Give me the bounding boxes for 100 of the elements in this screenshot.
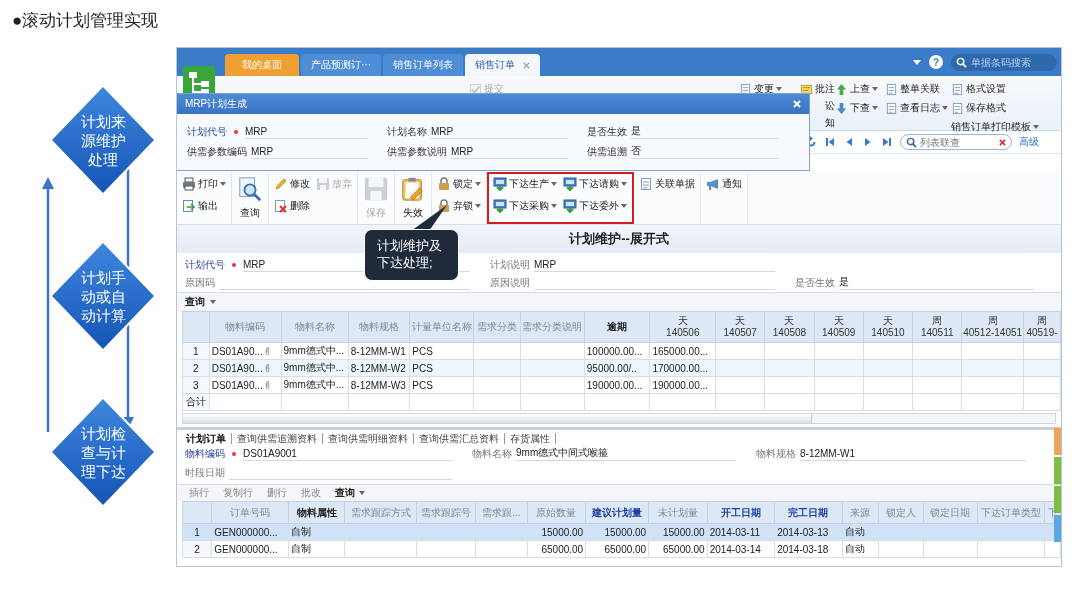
table-cell: 65000.00 [648, 540, 708, 558]
toolbar-button[interactable]: 打印 [182, 176, 226, 192]
table-cell: 190000.00... [584, 376, 650, 394]
column-header[interactable]: 完工日期 [774, 501, 843, 524]
document-icon [639, 177, 653, 191]
column-header[interactable]: 天 140506 [649, 311, 716, 343]
caret-icon [359, 491, 365, 495]
table-cell: 自动 [842, 540, 879, 558]
toolbar-button[interactable]: 锁定 [437, 176, 481, 192]
toolbar-button[interactable]: 查询 [237, 176, 263, 220]
document-icon [885, 82, 898, 96]
column-header[interactable]: 建议计划量 [585, 501, 649, 524]
ribbon-button[interactable]: 保存格式 [951, 100, 1061, 116]
search-input[interactable]: 列表联查 [920, 136, 996, 148]
toolbar-button[interactable]: 删除 [274, 198, 310, 214]
text-field[interactable]: MRP [431, 126, 567, 139]
text-field[interactable]: 否 [631, 144, 779, 159]
text-field[interactable]: MRP [245, 126, 367, 139]
table-cell: 2014-03-14 [707, 540, 775, 558]
toolbar-button[interactable]: 下达委外 [563, 198, 627, 214]
paperclip-icon[interactable] [264, 380, 270, 390]
table-row[interactable]: 1 GEN000000... 自制 15000.00 15000.00 15000.00 2014-03-11 2014-03-13 自动 [182, 523, 1061, 541]
text-field[interactable]: MRP [251, 146, 367, 159]
ribbon-button[interactable]: 批注 [800, 81, 835, 97]
caret-icon [942, 106, 948, 110]
text-field[interactable]: DS01A9001 [243, 448, 452, 461]
dropdown-caret-icon[interactable] [913, 59, 921, 65]
column-header[interactable]: 天 140509 [814, 311, 864, 343]
paperclip-icon[interactable] [264, 363, 270, 373]
field-label: 供需参数说明 [387, 145, 447, 159]
ribbon-button[interactable]: 查看日志 [885, 100, 951, 116]
tab[interactable]: 计划订单 [181, 432, 232, 444]
toolbar-button[interactable]: 输出 [182, 198, 226, 214]
column-header[interactable]: 物料属性 [288, 501, 345, 524]
clear-icon[interactable] [999, 138, 1006, 146]
ribbon-button[interactable]: 知 [825, 115, 835, 131]
document-icon [951, 101, 964, 115]
tab[interactable]: 查询供需追溯资料 [232, 432, 323, 444]
column-header[interactable]: 天 140507 [715, 311, 765, 343]
column-header[interactable]: 周 40519- [1023, 311, 1061, 343]
search-box[interactable]: 单据条码搜索 [951, 53, 1057, 71]
toolbar-button[interactable]: 修改 [274, 176, 310, 192]
search-box[interactable]: 列表联查 [900, 134, 1012, 150]
tab[interactable]: 销售订单 [465, 54, 540, 76]
tab[interactable]: 查询供需汇总资料 [414, 432, 505, 444]
ribbon-button[interactable]: 整单关联 [885, 81, 951, 97]
ribbon-button[interactable]: 上查 [835, 81, 885, 97]
field-label: 物料名称 [472, 447, 512, 461]
tab[interactable]: 查询供需明细资料 [323, 432, 414, 444]
table-cell: PCS [409, 376, 474, 394]
column-header[interactable]: 天 140508 [764, 311, 815, 343]
column-header[interactable]: 逾期 [584, 311, 650, 343]
ribbon-button[interactable]: 讼 [825, 98, 835, 114]
help-button[interactable]: ? [929, 55, 943, 69]
text-field[interactable]: 8-12MM-W1 [800, 448, 1026, 461]
column-header[interactable]: 开工日期 [707, 501, 775, 524]
field-label: 供需追溯 [587, 145, 627, 159]
table-cell: 9mm德式中... [281, 376, 349, 394]
text-field[interactable]: 是 [631, 124, 779, 139]
ribbon-button[interactable]: 格式设置 [951, 81, 1061, 97]
arrow-down-icon [835, 101, 848, 115]
ribbon-button[interactable]: 下查 [835, 100, 885, 116]
toolbar-button[interactable]: 弃锁 [437, 198, 481, 214]
step-node: 计划来源维护处理 [49, 84, 157, 196]
table-row[interactable]: 2 GEN000000... 自制 65000.00 65000.00 65000.00 2014-03-14 2014-03-18 自动 [182, 540, 1061, 558]
caret-icon [1033, 125, 1039, 129]
last-page-icon[interactable] [881, 136, 893, 148]
toolbar-button[interactable]: 失效 [400, 176, 426, 220]
text-field[interactable]: 是 [839, 275, 1035, 290]
search-icon [906, 136, 917, 148]
action-button[interactable]: 查询 [335, 486, 365, 500]
column-header[interactable]: 周 140511 [912, 311, 962, 343]
table-cell: DS01A90... [211, 362, 263, 374]
toolbar-button[interactable]: 下达采购 [493, 198, 557, 214]
table-cell: 9mm德式中... [281, 342, 349, 360]
text-field[interactable]: 9mm德式中间式喉箍 [516, 446, 736, 461]
horizontal-scrollbar[interactable] [182, 413, 1056, 424]
menu-button[interactable]: 查询 [185, 295, 216, 309]
text-field[interactable]: MRP [534, 259, 775, 272]
column-header[interactable]: 天 140510 [863, 311, 913, 343]
table-cell: 自制 [288, 540, 345, 558]
search-input[interactable]: 单据条码搜索 [971, 56, 1051, 68]
text-field[interactable]: MRP [451, 146, 567, 159]
advanced-link[interactable]: 高级 [1019, 135, 1039, 149]
toolbar-button[interactable]: 下达请购 [563, 176, 627, 192]
field-label: 原因说明 [490, 276, 530, 290]
first-page-icon[interactable] [824, 136, 836, 148]
lock-icon [437, 177, 451, 191]
close-icon[interactable] [523, 61, 530, 69]
paperclip-icon[interactable] [264, 346, 270, 356]
field-label: 物料规格 [756, 447, 796, 461]
caret-icon [475, 204, 481, 208]
table-cell: GEN000000... [211, 540, 289, 558]
column-header[interactable]: 周 40512-14051 [961, 311, 1024, 343]
ribbon-button[interactable]: 销售订单打印模板 [951, 119, 1061, 135]
tab[interactable]: 存货属性 [505, 432, 556, 444]
monitor-icon [493, 177, 507, 191]
toolbar-button[interactable]: 关联单据 [639, 176, 695, 192]
toolbar-button[interactable]: 下达生产 [493, 176, 557, 192]
toolbar-button[interactable]: 通知 [706, 176, 742, 192]
